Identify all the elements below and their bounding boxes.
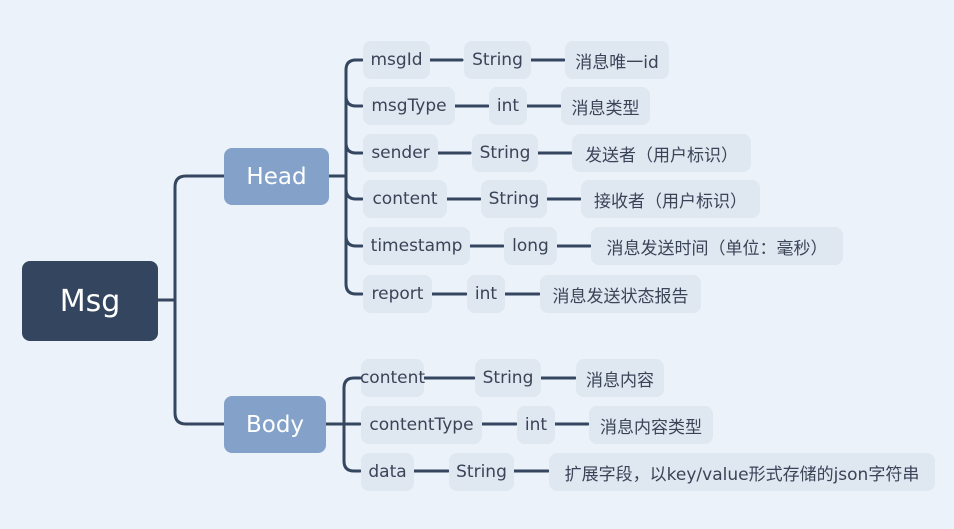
branch-node-head[interactable]: Head xyxy=(224,148,329,205)
connector-root-head xyxy=(173,174,226,426)
field-type-receiver[interactable]: String xyxy=(481,180,547,218)
field-desc-receiver[interactable]: 接收者（用户标识） xyxy=(581,180,760,218)
root-node-msg[interactable]: Msg xyxy=(22,261,158,341)
field-name-sender[interactable]: sender xyxy=(363,134,438,172)
field-type-sender[interactable]: String xyxy=(472,134,538,172)
field-desc-msgid[interactable]: 消息唯一id xyxy=(565,41,669,79)
field-name-report[interactable]: report xyxy=(363,275,432,313)
field-name-contenttype[interactable]: contentType xyxy=(361,406,482,444)
field-name-timestamp[interactable]: timestamp xyxy=(363,227,470,265)
connector-head-fields xyxy=(344,58,364,296)
field-type-report[interactable]: int xyxy=(467,275,505,313)
field-desc-data[interactable]: 扩展字段，以key/value形式存储的json字符串 xyxy=(549,453,935,491)
field-desc-sender[interactable]: 发送者（用户标识） xyxy=(572,134,751,172)
field-desc-msgtype[interactable]: 消息类型 xyxy=(561,87,650,125)
field-name-msgid[interactable]: msgId xyxy=(363,41,430,79)
field-desc-contenttype[interactable]: 消息内容类型 xyxy=(589,406,713,444)
field-type-msgtype[interactable]: int xyxy=(489,87,527,125)
field-name-receiver[interactable]: content xyxy=(363,180,447,218)
field-type-data[interactable]: String xyxy=(449,453,514,491)
branch-node-body[interactable]: Body xyxy=(224,396,326,453)
field-desc-report[interactable]: 消息发送状态报告 xyxy=(540,275,701,313)
field-desc-content[interactable]: 消息内容 xyxy=(576,359,664,397)
field-name-content[interactable]: content xyxy=(360,359,425,397)
field-type-contenttype[interactable]: int xyxy=(517,406,555,444)
field-name-data[interactable]: data xyxy=(361,453,414,491)
field-type-msgid[interactable]: String xyxy=(464,41,531,79)
field-type-timestamp[interactable]: long xyxy=(504,227,557,265)
field-type-content[interactable]: String xyxy=(475,359,541,397)
field-desc-timestamp[interactable]: 消息发送时间（单位：毫秒） xyxy=(591,227,843,265)
field-name-msgtype[interactable]: msgType xyxy=(363,87,455,125)
